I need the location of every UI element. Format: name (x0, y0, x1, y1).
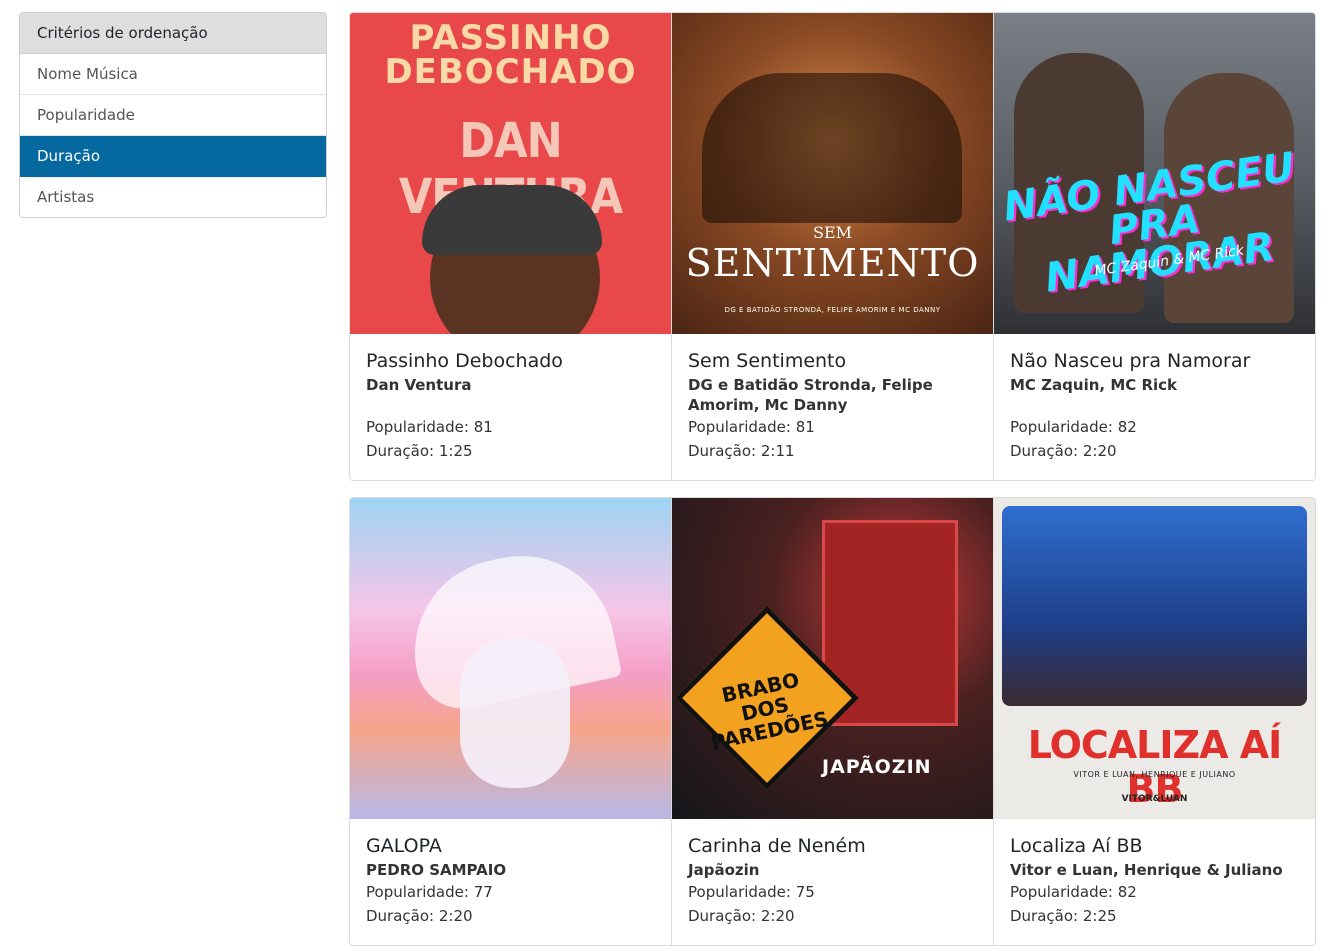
song-card: BRABO DOS PAREDÕES JAPÃOZIN Carinha de N… (672, 498, 994, 945)
sort-option-artists[interactable]: Artistas (20, 177, 326, 217)
song-title: Localiza Aí BB (1010, 835, 1143, 857)
song-duration: Duração: 2:20 (1010, 442, 1117, 460)
song-artist: DG e Batidão Stronda, Felipe Amorim, Mc … (688, 376, 933, 414)
song-artist: PEDRO SAMPAIO (366, 861, 507, 879)
cover-group-art (702, 73, 962, 223)
cover-credits: DG E BATIDÃO STRONDA, FELIPE AMORIM E MC… (724, 306, 941, 314)
sort-option-popularity[interactable]: Popularidade (20, 95, 326, 136)
song-card: PASSINHODEBOCHADO DAN VENTURA Passinho D… (350, 13, 672, 480)
song-duration: Duração: 2:25 (1010, 907, 1117, 925)
song-popularity: Popularidade: 75 (688, 883, 815, 901)
cover-logo: VITOR&LUAN (1121, 794, 1188, 804)
sort-option-song-name[interactable]: Nome Música (20, 54, 326, 95)
album-cover[interactable]: LOCALIZA AÍ BB VITOR E LUAN, HENRIQUE E … (994, 498, 1315, 819)
song-title: GALOPA (366, 835, 442, 857)
album-cover[interactable]: SEM SENTIMENTO DG E BATIDÃO STRONDA, FEL… (672, 13, 993, 334)
song-popularity: Popularidade: 82 (1010, 883, 1137, 901)
song-artist: Dan Ventura (366, 376, 472, 394)
cover-group-photo (1002, 506, 1307, 706)
song-title: Passinho Debochado (366, 350, 563, 372)
song-artist: MC Zaquin, MC Rick (1010, 376, 1178, 394)
cover-artist: JAPÃOZIN (822, 756, 932, 778)
song-duration: Duração: 2:20 (688, 907, 795, 925)
album-cover[interactable]: PASSINHODEBOCHADO DAN VENTURA (350, 13, 671, 334)
sort-option-duration[interactable]: Duração (20, 136, 326, 177)
album-cover[interactable] (350, 498, 671, 819)
song-title: Carinha de Neném (688, 835, 866, 857)
song-duration: Duração: 2:11 (688, 442, 795, 460)
song-card-row: GALOPA PEDRO SAMPAIO Popularidade: 77 Du… (349, 497, 1316, 946)
cover-title-small: SEM (812, 223, 853, 242)
cover-title: PASSINHO DEBOCHADO (384, 18, 637, 92)
song-card: GALOPA PEDRO SAMPAIO Popularidade: 77 Du… (350, 498, 672, 945)
song-popularity: Popularidade: 82 (1010, 418, 1137, 436)
song-card: LOCALIZA AÍ BB VITOR E LUAN, HENRIQUE E … (994, 498, 1315, 945)
sort-criteria-header: Critérios de ordenação (20, 13, 326, 54)
song-duration: Duração: 1:25 (366, 442, 473, 460)
song-popularity: Popularidade: 81 (366, 418, 493, 436)
song-card-row: PASSINHODEBOCHADO DAN VENTURA Passinho D… (349, 12, 1316, 481)
song-card: SEM SENTIMENTO DG E BATIDÃO STRONDA, FEL… (672, 13, 994, 480)
album-cover[interactable]: BRABO DOS PAREDÕES JAPÃOZIN (672, 498, 993, 819)
song-popularity: Popularidade: 81 (688, 418, 815, 436)
cover-title: SENTIMENTO (685, 241, 980, 285)
song-popularity: Popularidade: 77 (366, 883, 493, 901)
song-artist: Japãozin (688, 861, 760, 879)
cover-credits: VITOR E LUAN, HENRIQUE E JULIANO (1073, 770, 1236, 779)
song-card: NÃO NASCEU PRA NAMORAR MC Zaquin & MC Ri… (994, 13, 1315, 480)
song-title: Não Nasceu pra Namorar (1010, 350, 1251, 372)
cover-cap-art (422, 185, 602, 255)
song-title: Sem Sentimento (688, 350, 847, 372)
cover-pegasus-art (460, 638, 570, 788)
song-duration: Duração: 2:20 (366, 907, 473, 925)
sort-criteria-panel: Critérios de ordenação Nome Música Popul… (19, 12, 327, 218)
album-cover[interactable]: NÃO NASCEU PRA NAMORAR MC Zaquin & MC Ri… (994, 13, 1315, 334)
song-artist: Vitor e Luan, Henrique & Juliano (1010, 861, 1283, 879)
